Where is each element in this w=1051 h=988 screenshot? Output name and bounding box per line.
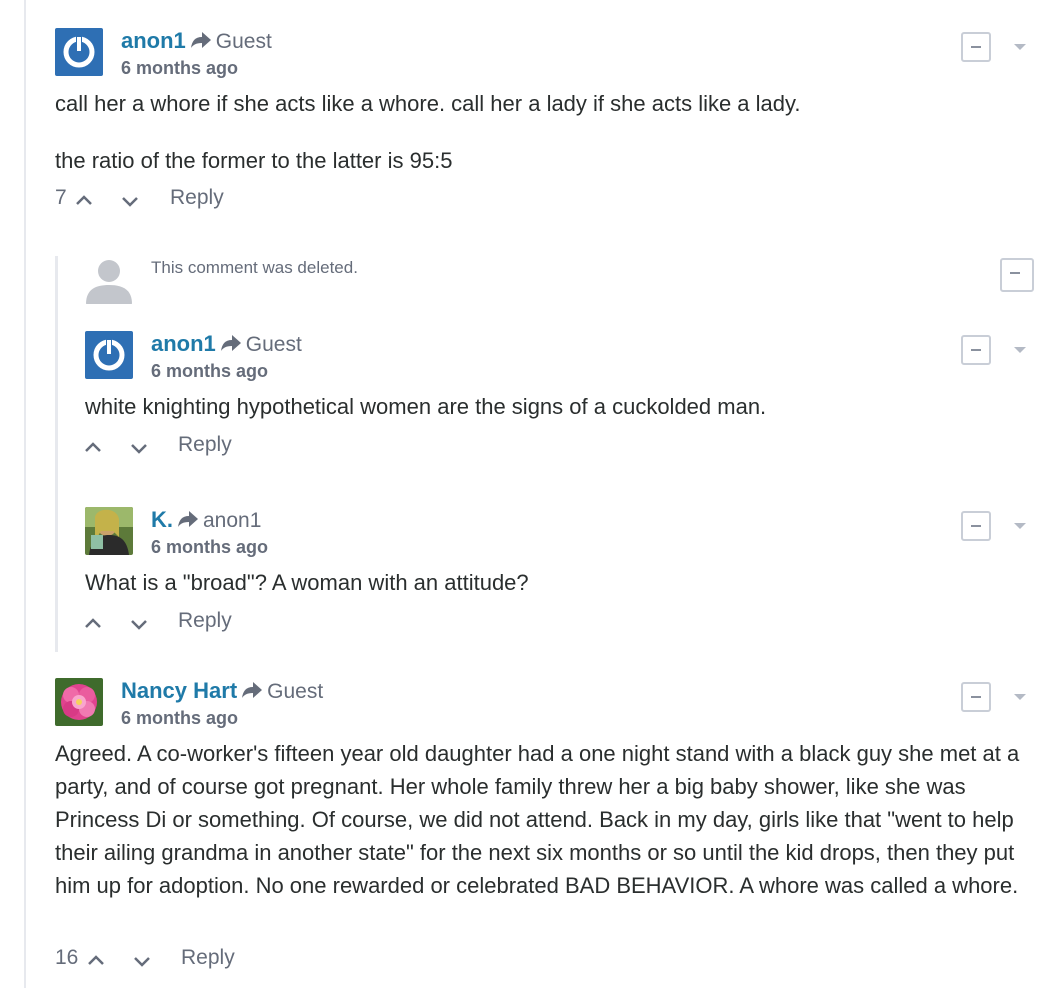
reply-button[interactable]: Reply	[178, 609, 232, 633]
comment-header: anon1 Guest	[151, 331, 302, 357]
upvote-icon[interactable]	[85, 950, 107, 972]
upvote-icon[interactable]	[82, 437, 104, 459]
comment-header: K. anon1	[151, 507, 261, 533]
comment-footer: Reply	[85, 609, 385, 639]
user-photo-icon[interactable]	[85, 507, 133, 555]
comment-footer: 16 Reply	[55, 946, 455, 976]
disqus-power-icon[interactable]	[85, 331, 133, 379]
comment: K. anon1 6 months ago What is a "broad"? …	[85, 507, 1035, 647]
reply-to-label[interactable]: Guest	[246, 333, 302, 356]
collapse-button[interactable]	[961, 511, 991, 541]
collapse-button[interactable]	[961, 682, 991, 712]
comment: anon1 Guest 6 months ago call her a whore…	[55, 28, 1045, 228]
upvote-icon[interactable]	[73, 190, 95, 212]
child-thread-rule	[55, 256, 58, 652]
reply-arrow-icon	[177, 510, 199, 533]
comment: Nancy Hart Guest 6 months ago Agreed. A c…	[55, 678, 1045, 988]
comment-header: anon1 Guest	[121, 28, 272, 54]
downvote-icon[interactable]	[119, 190, 141, 212]
downvote-icon[interactable]	[131, 950, 153, 972]
reply-to-label[interactable]: Guest	[267, 680, 323, 703]
reply-to-label[interactable]: anon1	[203, 509, 261, 532]
deleted-comment: This comment was deleted.	[85, 256, 1035, 306]
chevron-down-icon[interactable]	[1014, 44, 1026, 50]
comment-body: What is a "broad"? A woman with an attit…	[85, 566, 1025, 599]
comment-body: call her a whore if she acts like a whor…	[55, 87, 1035, 177]
comment-body: Agreed. A co-worker's fifteen year old d…	[55, 737, 1037, 902]
timestamp[interactable]: 6 months ago	[151, 361, 268, 382]
author-link[interactable]: anon1	[151, 331, 216, 356]
comment-body: white knighting hypothetical women are t…	[85, 390, 1025, 423]
chevron-down-icon[interactable]	[1014, 523, 1026, 529]
vote-count: 7	[55, 186, 67, 209]
reply-button[interactable]: Reply	[181, 946, 235, 970]
comment-paragraph: the ratio of the former to the latter is…	[55, 148, 453, 173]
comment-paragraph: Agreed. A co-worker's fifteen year old d…	[55, 741, 1020, 898]
default-user-icon	[85, 256, 133, 304]
author-link[interactable]: anon1	[121, 28, 186, 53]
comment-paragraph: white knighting hypothetical women are t…	[85, 394, 767, 419]
comment-paragraph: What is a "broad"? A woman with an attit…	[85, 570, 529, 595]
timestamp[interactable]: 6 months ago	[151, 537, 268, 558]
flower-photo-icon[interactable]	[55, 678, 103, 726]
timestamp[interactable]: 6 months ago	[121, 708, 238, 729]
disqus-power-icon[interactable]	[55, 28, 103, 76]
reply-arrow-icon	[241, 681, 263, 704]
deleted-notice: This comment was deleted.	[151, 258, 358, 277]
comment-footer: 7 Reply	[55, 186, 455, 216]
downvote-icon[interactable]	[128, 613, 150, 635]
reply-button[interactable]: Reply	[170, 186, 224, 210]
chevron-down-icon[interactable]	[1014, 347, 1026, 353]
upvote-icon[interactable]	[82, 613, 104, 635]
reply-arrow-icon	[190, 31, 212, 54]
author-link[interactable]: K.	[151, 507, 173, 532]
collapse-button[interactable]	[961, 335, 991, 365]
chevron-down-icon[interactable]	[1014, 694, 1026, 700]
comment: anon1 Guest 6 months ago white knighting …	[85, 331, 1035, 471]
comment-header: Nancy Hart Guest	[121, 678, 323, 704]
reply-arrow-icon	[220, 334, 242, 357]
comment-footer: Reply	[85, 433, 385, 463]
author-link[interactable]: Nancy Hart	[121, 678, 237, 703]
collapse-button[interactable]	[961, 32, 991, 62]
vote-count: 16	[55, 946, 79, 969]
timestamp[interactable]: 6 months ago	[121, 58, 238, 79]
comment-paragraph: call her a whore if she acts like a whor…	[55, 91, 801, 116]
reply-button[interactable]: Reply	[178, 433, 232, 457]
downvote-icon[interactable]	[128, 437, 150, 459]
thread-rule	[24, 0, 26, 988]
collapse-button[interactable]	[1000, 258, 1034, 292]
reply-to-label[interactable]: Guest	[216, 30, 272, 53]
